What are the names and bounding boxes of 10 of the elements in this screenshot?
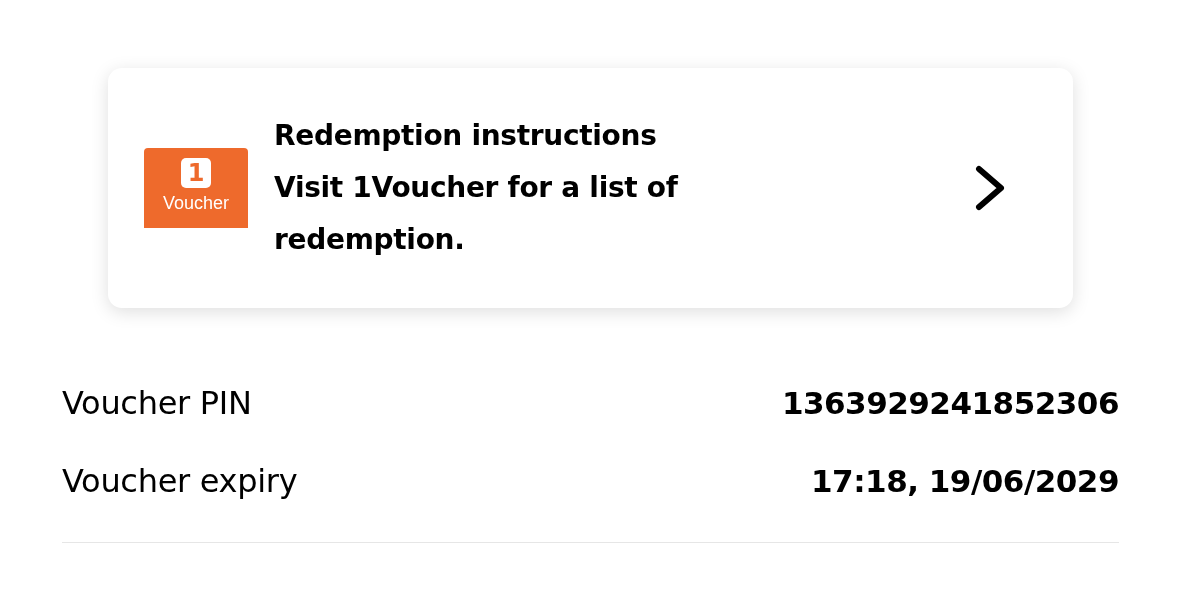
detail-label: Voucher PIN bbox=[62, 383, 252, 424]
redemption-card[interactable]: 1 Voucher Redemption instructions Visit 1Voucher for a list of redemption. bbox=[108, 68, 1073, 308]
card-description: Visit 1Voucher for a list of redemption. bbox=[274, 170, 680, 258]
card-title: Redemption instructions bbox=[274, 118, 658, 154]
detail-value: 17:18, 19/06/2029 bbox=[811, 461, 1119, 501]
detail-label: Voucher expiry bbox=[62, 461, 298, 502]
logo-mark: 1 bbox=[181, 158, 211, 188]
logo-text: Voucher bbox=[162, 192, 230, 214]
detail-value: 1363929241852306 bbox=[781, 383, 1119, 423]
chevron-right-icon[interactable] bbox=[973, 165, 1007, 211]
